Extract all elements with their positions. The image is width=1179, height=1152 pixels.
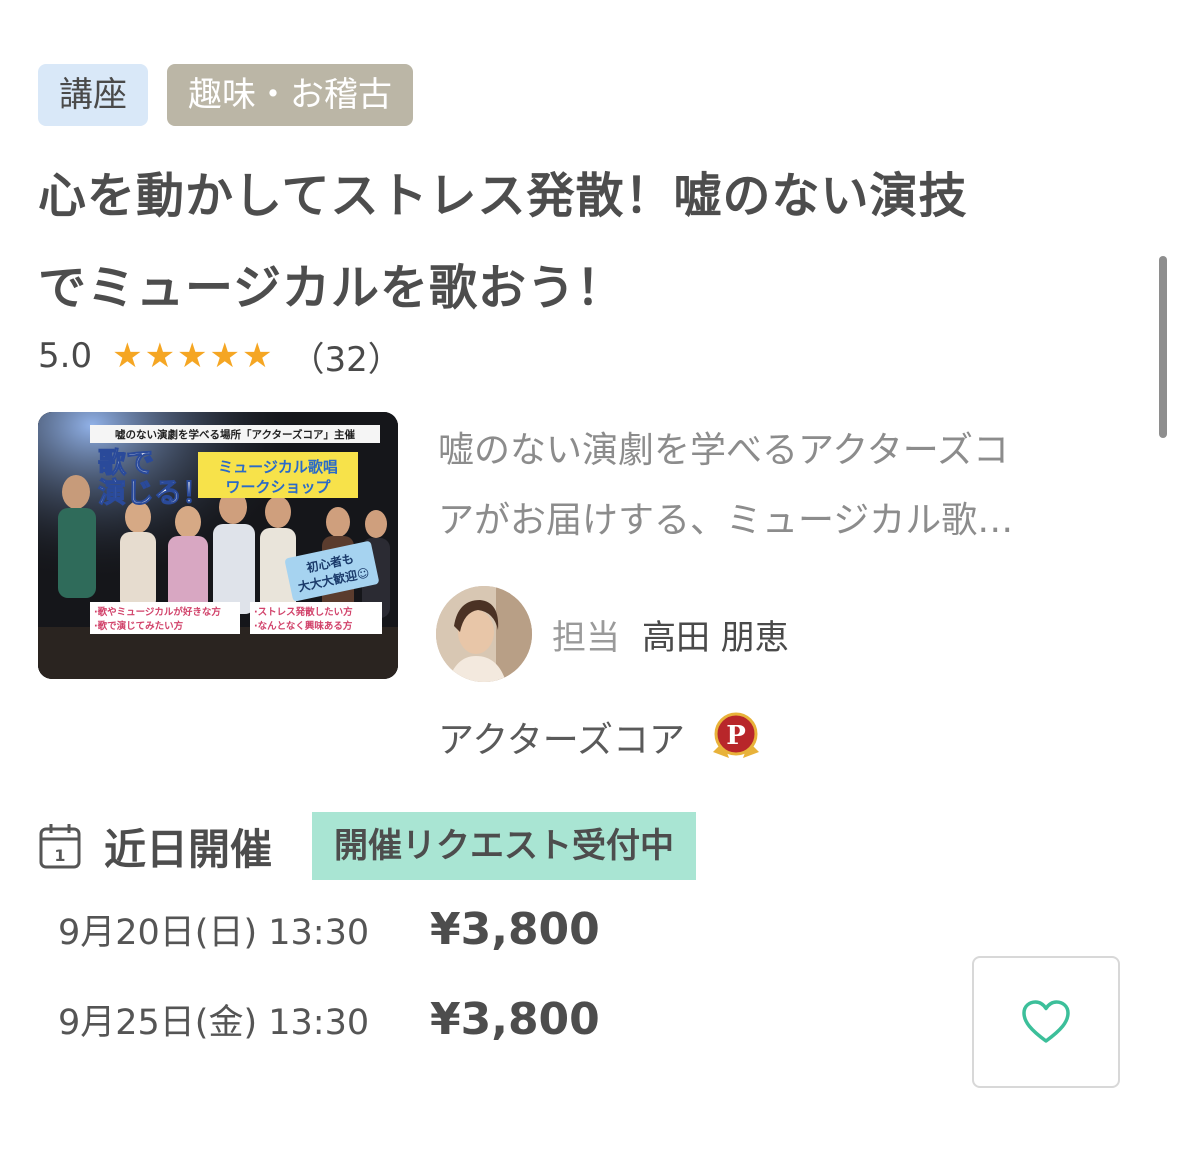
teacher-label: 担当 [552, 617, 620, 658]
calendar-day: 1 [54, 846, 65, 865]
schedule-title: 近日開催 [104, 824, 273, 874]
favorite-button[interactable] [972, 956, 1120, 1088]
organizer-info[interactable]: アクターズコア P [438, 708, 765, 766]
lesson-description[interactable]: 嘘のない演劇を学べるアクターズコ アがお届けする、ミュージカル歌… [438, 416, 1138, 556]
star-icon: ★ [144, 336, 176, 376]
avatar[interactable] [436, 586, 532, 682]
organizer-name[interactable]: アクターズコア [438, 711, 685, 763]
request-status-badge: 開催リクエスト受付中 [312, 812, 697, 880]
star-icon: ★ [242, 336, 273, 376]
star-icon: ★ [177, 336, 208, 376]
rating: 5.0 ★ ★ ★ ★ ★ （32） [38, 332, 402, 380]
thumbnail-image: 嘘のない演劇を学べる場所「アクターズコア」主催 歌で 演じる！ ミュージカル歌唱… [38, 412, 398, 679]
tag-list: 講座 趣味・お稽古 [38, 64, 413, 126]
scrollbar[interactable] [1159, 256, 1167, 438]
thumbnail-workshop-1: ミュージカル歌唱 [218, 458, 338, 476]
lesson-card[interactable]: 講座 趣味・お稽古 心を動かしてストレス発散！嘘のない演技 でミュージカルを歌お… [0, 0, 1179, 1152]
session-date: 9月25日(金) 13:30 [58, 1003, 370, 1043]
review-count: （32） [290, 339, 402, 380]
teacher-info[interactable]: 担当 高田 朋恵 [436, 586, 789, 682]
schedule-row[interactable]: 9月20日(日) 13:30 ¥3,800 [58, 904, 600, 955]
title-line-2: でミュージカルを歌おう！ [38, 260, 626, 316]
calendar-icon: 1 [39, 824, 81, 869]
schedule-header: 1 近日開催 開催リクエスト受付中 [38, 812, 697, 880]
teacher-name[interactable]: 高田 朋恵 [642, 610, 789, 659]
premium-badge-letter: P [726, 721, 746, 751]
teacher-photo [436, 586, 532, 682]
star-icon: ★ [209, 336, 241, 376]
title-line-1: 心を動かしてストレス発散！嘘のない演技 [38, 168, 968, 224]
schedule-row[interactable]: 9月25日(金) 13:30 ¥3,800 [58, 994, 600, 1045]
thumbnail-banner-text: 嘘のない演劇を学べる場所「アクターズコア」主催 [115, 428, 356, 441]
genre-tag[interactable]: 趣味・お稽古 [167, 64, 413, 126]
lesson-thumbnail[interactable]: 嘘のない演劇を学べる場所「アクターズコア」主催 歌で 演じる！ ミュージカル歌唱… [38, 412, 398, 679]
session-date: 9月20日(日) 13:30 [58, 913, 370, 953]
thumbnail-headline-1: 歌で [98, 446, 154, 479]
description-line-2: アがお届けする、ミュージカル歌… [438, 500, 1014, 541]
lesson-title[interactable]: 心を動かしてストレス発散！嘘のない演技 でミュージカルを歌おう！ [38, 150, 1148, 334]
description-line-1: 嘘のない演劇を学べるアクターズコ [438, 430, 1009, 471]
thumbnail-target-3: ·歌で演じてみたい方 [94, 620, 184, 632]
category-tag[interactable]: 講座 [38, 64, 148, 126]
session-price: ¥3,800 [430, 904, 600, 955]
star-rating: ★ ★ ★ ★ ★ [112, 339, 272, 373]
thumbnail-target-1: ·歌やミュージカルが好きな方 [94, 606, 221, 618]
thumbnail-target-4: ·なんとなく興味ある方 [254, 620, 353, 632]
thumbnail-target-2: ·ストレス発散したい方 [254, 606, 353, 618]
thumbnail-workshop-2: ワークショップ [225, 478, 331, 496]
premium-badge-icon: P [712, 712, 759, 758]
rating-score: 5.0 [38, 336, 93, 376]
session-price: ¥3,800 [430, 994, 600, 1045]
star-icon: ★ [112, 336, 143, 376]
heart-icon [1022, 1000, 1070, 1043]
thumbnail-headline-2: 演じる！ [98, 476, 210, 509]
